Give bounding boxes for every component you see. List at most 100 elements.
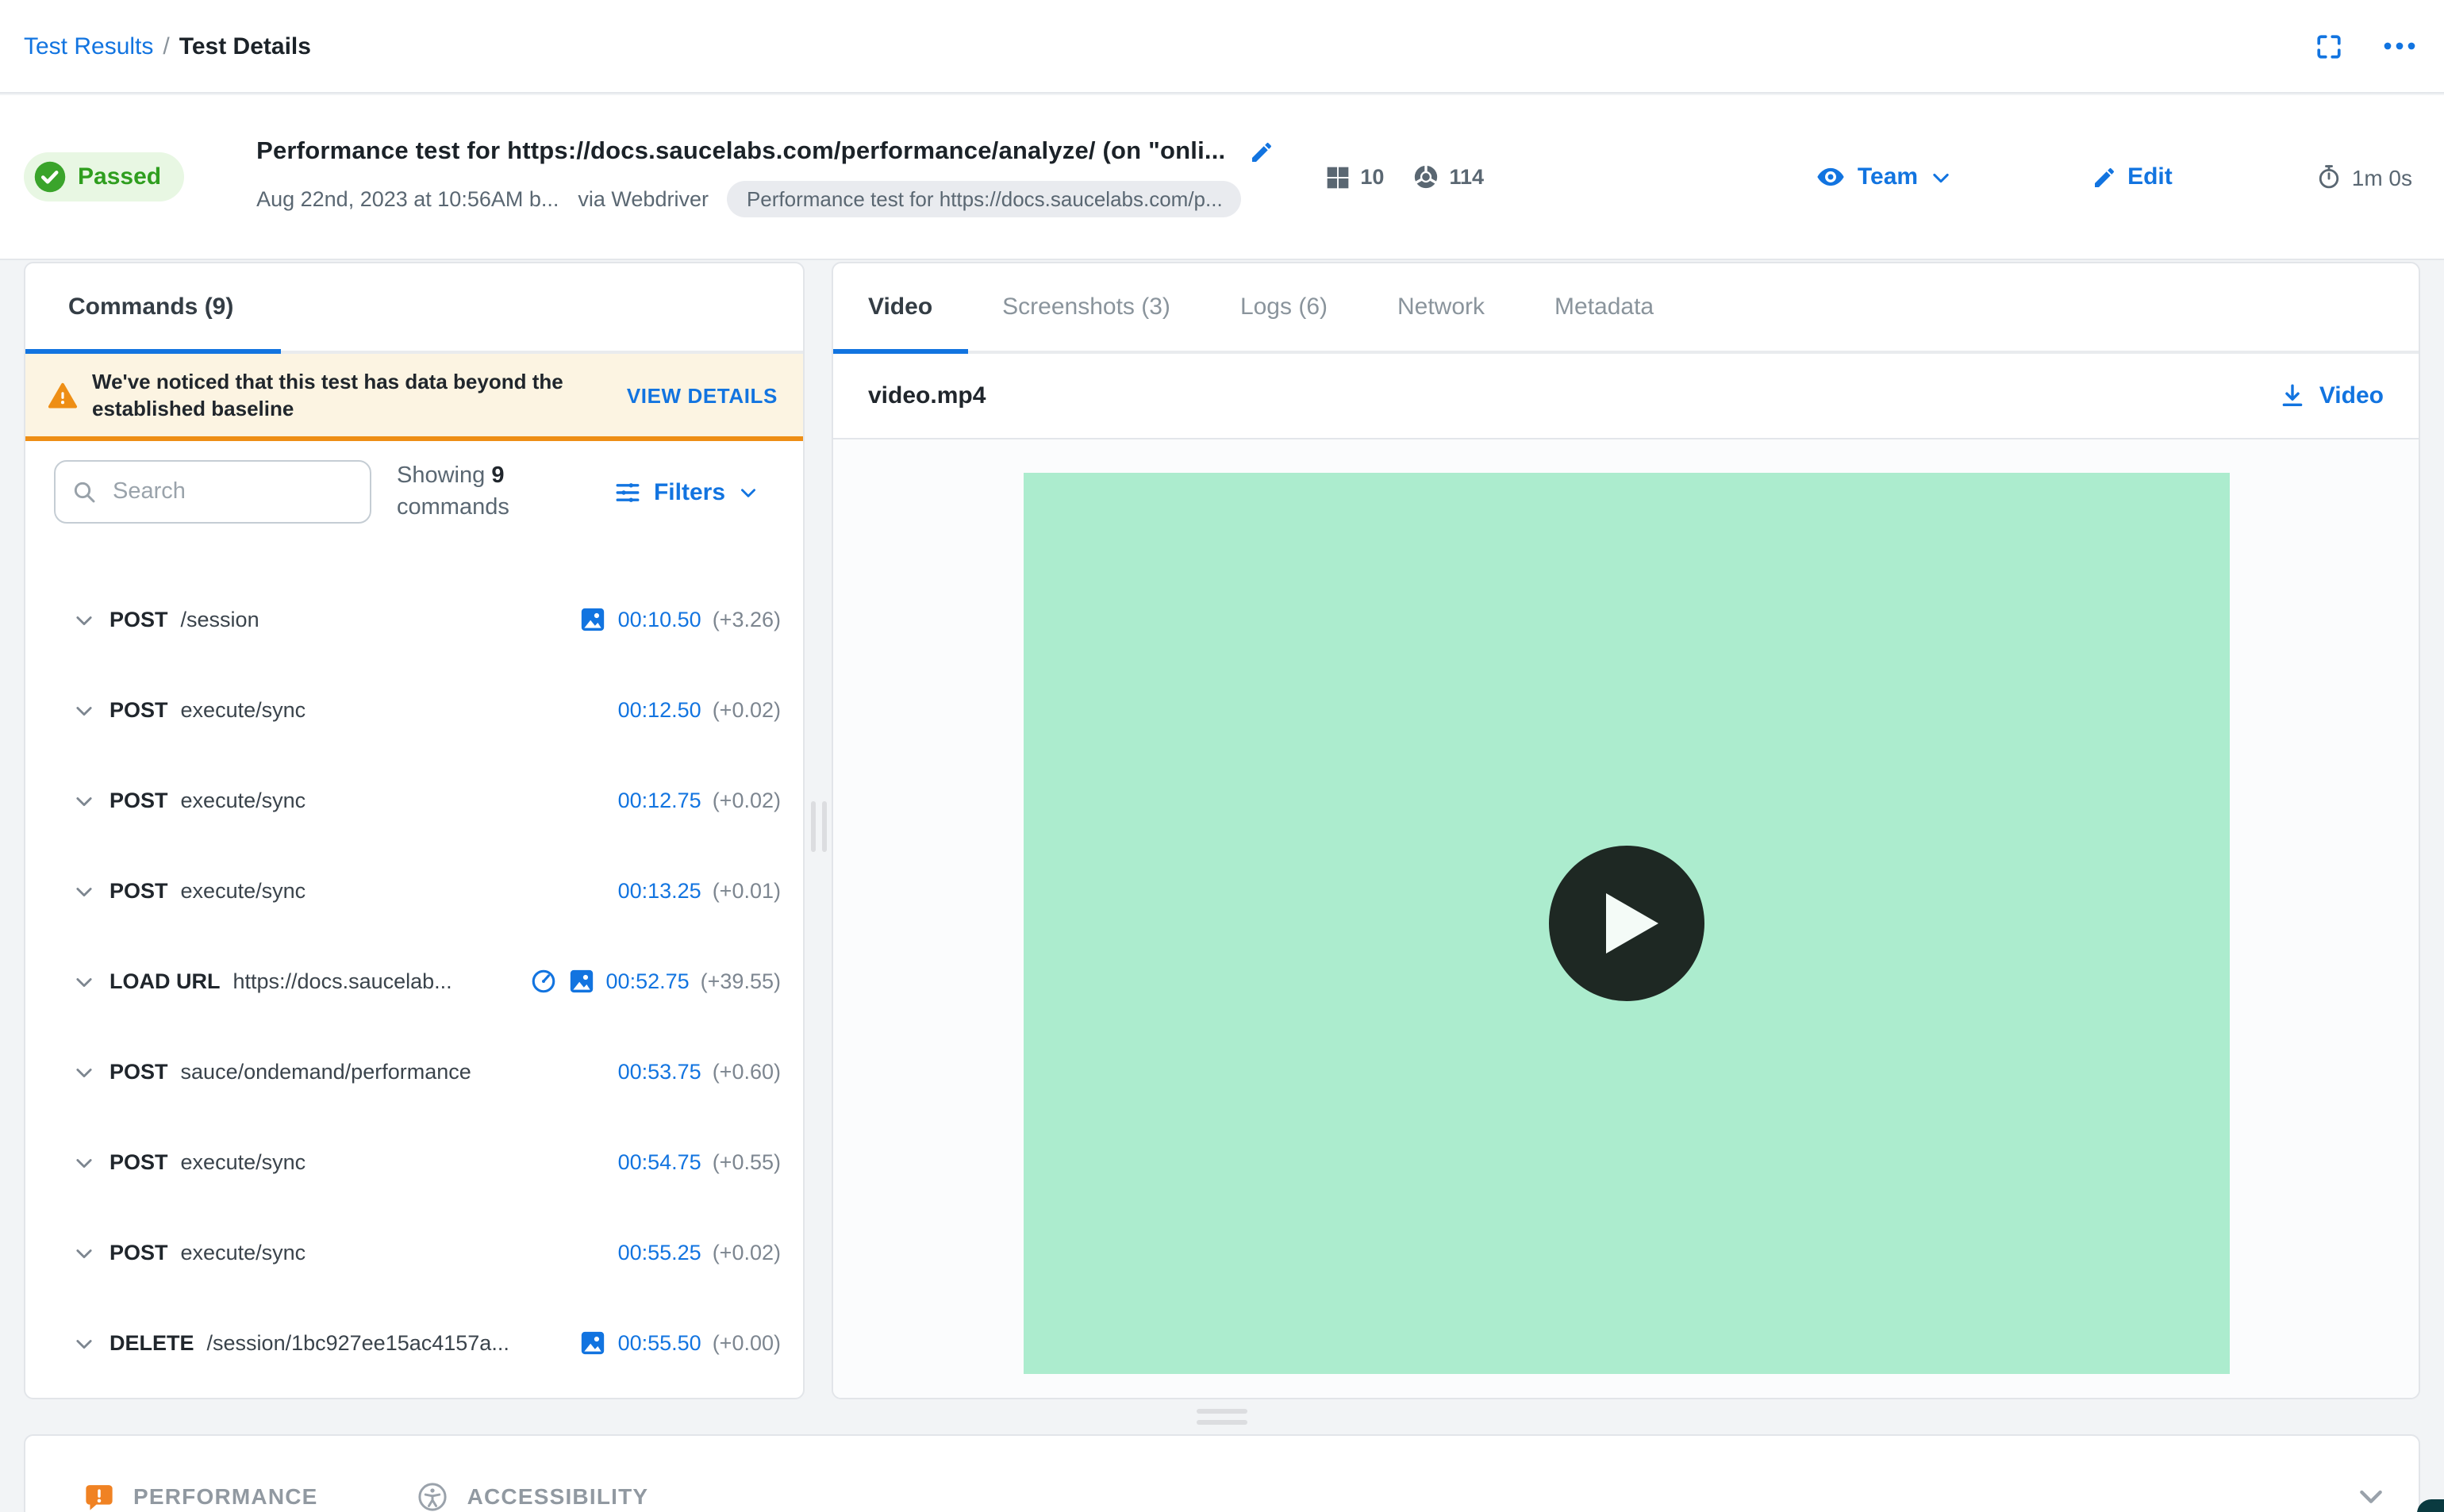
showing-count-text: Showing 9 commands (397, 463, 509, 520)
command-row[interactable]: POST execute/sync 00: (25, 665, 803, 755)
command-timestamp: 00:54.75 (617, 1150, 701, 1174)
search-icon (71, 479, 97, 505)
edit-button[interactable]: Edit (2091, 163, 2173, 190)
accessibility-section-toggle[interactable]: ACCESSIBILITY (417, 1479, 649, 1512)
tab-commands[interactable]: Commands (9) (25, 263, 282, 354)
performance-label: PERFORMANCE (133, 1483, 318, 1509)
performance-section-toggle[interactable]: PERFORMANCE (83, 1479, 318, 1512)
download-video-button[interactable]: Video (2280, 382, 2384, 409)
screenshot-image-icon[interactable] (568, 968, 595, 995)
row-chevron-down-icon[interactable] (73, 1241, 95, 1264)
panel-divider (805, 262, 832, 1399)
command-method: POST (110, 1241, 168, 1264)
screenshot-image-icon[interactable] (580, 1330, 607, 1357)
main-content: Commands (9) We've noticed that this tes… (24, 262, 2420, 1399)
download-icon (2280, 382, 2307, 409)
filters-button[interactable]: Filters (614, 478, 759, 505)
row-chevron-down-icon[interactable] (73, 1332, 95, 1354)
tab-screenshots-3[interactable]: Screenshots (3) (967, 263, 1205, 351)
eye-icon (1816, 162, 1846, 192)
commands-toolbar: Showing 9 commands Filters (25, 441, 803, 543)
video-file-name: video.mp4 (868, 382, 986, 409)
tab-video[interactable]: Video (833, 263, 967, 354)
command-row[interactable]: LOAD URL https://docs.saucelab... 00:52.… (25, 936, 803, 1027)
screenshot-image-icon[interactable] (580, 606, 607, 633)
bottom-divider (24, 1399, 2420, 1434)
row-chevron-down-icon[interactable] (73, 970, 95, 992)
download-label: Video (2319, 382, 2384, 409)
command-delta: (+0.60) (712, 1060, 781, 1084)
command-row[interactable]: DELETE /session/1bc927ee15ac4157a... 00:… (25, 1298, 803, 1388)
bottom-bar-chevron-down-icon[interactable] (2355, 1480, 2387, 1512)
command-path: execute/sync (180, 789, 306, 812)
duration-value: 1m 0s (2351, 164, 2412, 190)
test-date: Aug 22nd, 2023 at 10:56AM b... (256, 186, 559, 210)
top-bar-actions (2315, 33, 2415, 59)
command-row[interactable]: POST execute/sync 00: (25, 846, 803, 936)
view-details-link[interactable]: VIEW DETAILS (627, 383, 778, 407)
command-delta: (+0.02) (712, 789, 781, 812)
accessibility-icon (417, 1479, 450, 1512)
play-button[interactable] (1548, 846, 1704, 1001)
command-timestamp: 00:10.50 (617, 608, 701, 631)
command-row[interactable]: POST execute/sync 00: (25, 1207, 803, 1298)
breadcrumb-current: Test Details (179, 33, 311, 59)
chat-widget-corner[interactable] (2417, 1499, 2444, 1512)
fullscreen-icon[interactable] (2315, 33, 2342, 59)
command-row[interactable]: POST /session 00:10.50 (+3.26) (25, 574, 803, 665)
command-method: POST (110, 698, 168, 722)
command-timestamp: 00:52.75 (605, 969, 690, 993)
windows-icon (1325, 164, 1351, 190)
command-path: execute/sync (180, 879, 306, 903)
title-block: Performance test for https://docs.saucel… (256, 137, 1274, 217)
tab-network[interactable]: Network (1362, 263, 1520, 351)
row-chevron-down-icon[interactable] (73, 789, 95, 812)
tab-metadata[interactable]: Metadata (1520, 263, 1689, 351)
browser-version: 114 (1449, 165, 1484, 189)
command-method: POST (110, 789, 168, 812)
bottom-bar: PERFORMANCE ACCESSIBILITY (24, 1434, 2420, 1512)
search-input[interactable] (110, 478, 354, 506)
row-chevron-down-icon[interactable] (73, 608, 95, 631)
command-timestamp: 00:12.50 (617, 698, 701, 722)
panel-resize-handle[interactable] (810, 801, 826, 852)
video-player[interactable] (1023, 473, 2229, 1374)
command-path: https://docs.saucelab... (232, 969, 452, 993)
bottom-resize-handle[interactable] (1197, 1409, 1247, 1425)
command-delta: (+0.02) (712, 698, 781, 722)
commands-tabbar: Commands (9) (25, 263, 803, 354)
rename-pencil-icon[interactable] (1249, 139, 1274, 164)
os-version: 10 (1360, 165, 1385, 189)
command-method: DELETE (110, 1331, 194, 1355)
command-method: POST (110, 608, 168, 631)
command-path: execute/sync (180, 1150, 306, 1174)
tab-logs-6[interactable]: Logs (6) (1205, 263, 1362, 351)
performance-gauge-icon[interactable] (530, 968, 557, 995)
filters-sliders-icon (614, 478, 641, 505)
video-file-row: video.mp4 Video (833, 354, 2419, 439)
command-row[interactable]: POST sauce/ondemand/performance 00:53.75… (25, 1027, 803, 1117)
stopwatch-icon (2315, 163, 2342, 190)
page-title: Performance test for https://docs.saucel… (256, 137, 1226, 164)
accessibility-label: ACCESSIBILITY (467, 1483, 649, 1509)
row-chevron-down-icon[interactable] (73, 880, 95, 902)
command-timestamp: 00:55.50 (617, 1331, 701, 1355)
header-actions: Team Edit 1m 0s (1816, 162, 2412, 192)
edit-label: Edit (2127, 163, 2173, 190)
command-path: /session/1bc927ee15ac4157a... (206, 1331, 509, 1355)
row-chevron-down-icon[interactable] (73, 1061, 95, 1083)
more-options-icon[interactable] (2384, 41, 2415, 51)
asset-tabbar: Video Screenshots (3) Logs (6) Network M… (833, 263, 2419, 354)
test-header: Passed Performance test for https://docs… (0, 95, 2444, 260)
baseline-warning-banner: We've noticed that this test has data be… (25, 354, 803, 441)
command-row[interactable]: POST execute/sync 00: (25, 1117, 803, 1207)
breadcrumb-separator: / (163, 33, 170, 59)
command-timestamp: 00:13.25 (617, 879, 701, 903)
row-chevron-down-icon[interactable] (73, 1151, 95, 1173)
top-bar: Test Results / Test Details (0, 0, 2444, 94)
row-chevron-down-icon[interactable] (73, 699, 95, 721)
team-visibility-button[interactable]: Team (1816, 162, 1951, 192)
breadcrumb-test-results-link[interactable]: Test Results (24, 33, 153, 59)
command-row[interactable]: POST execute/sync 00: (25, 755, 803, 846)
warning-text: We've noticed that this test has data be… (92, 370, 563, 420)
